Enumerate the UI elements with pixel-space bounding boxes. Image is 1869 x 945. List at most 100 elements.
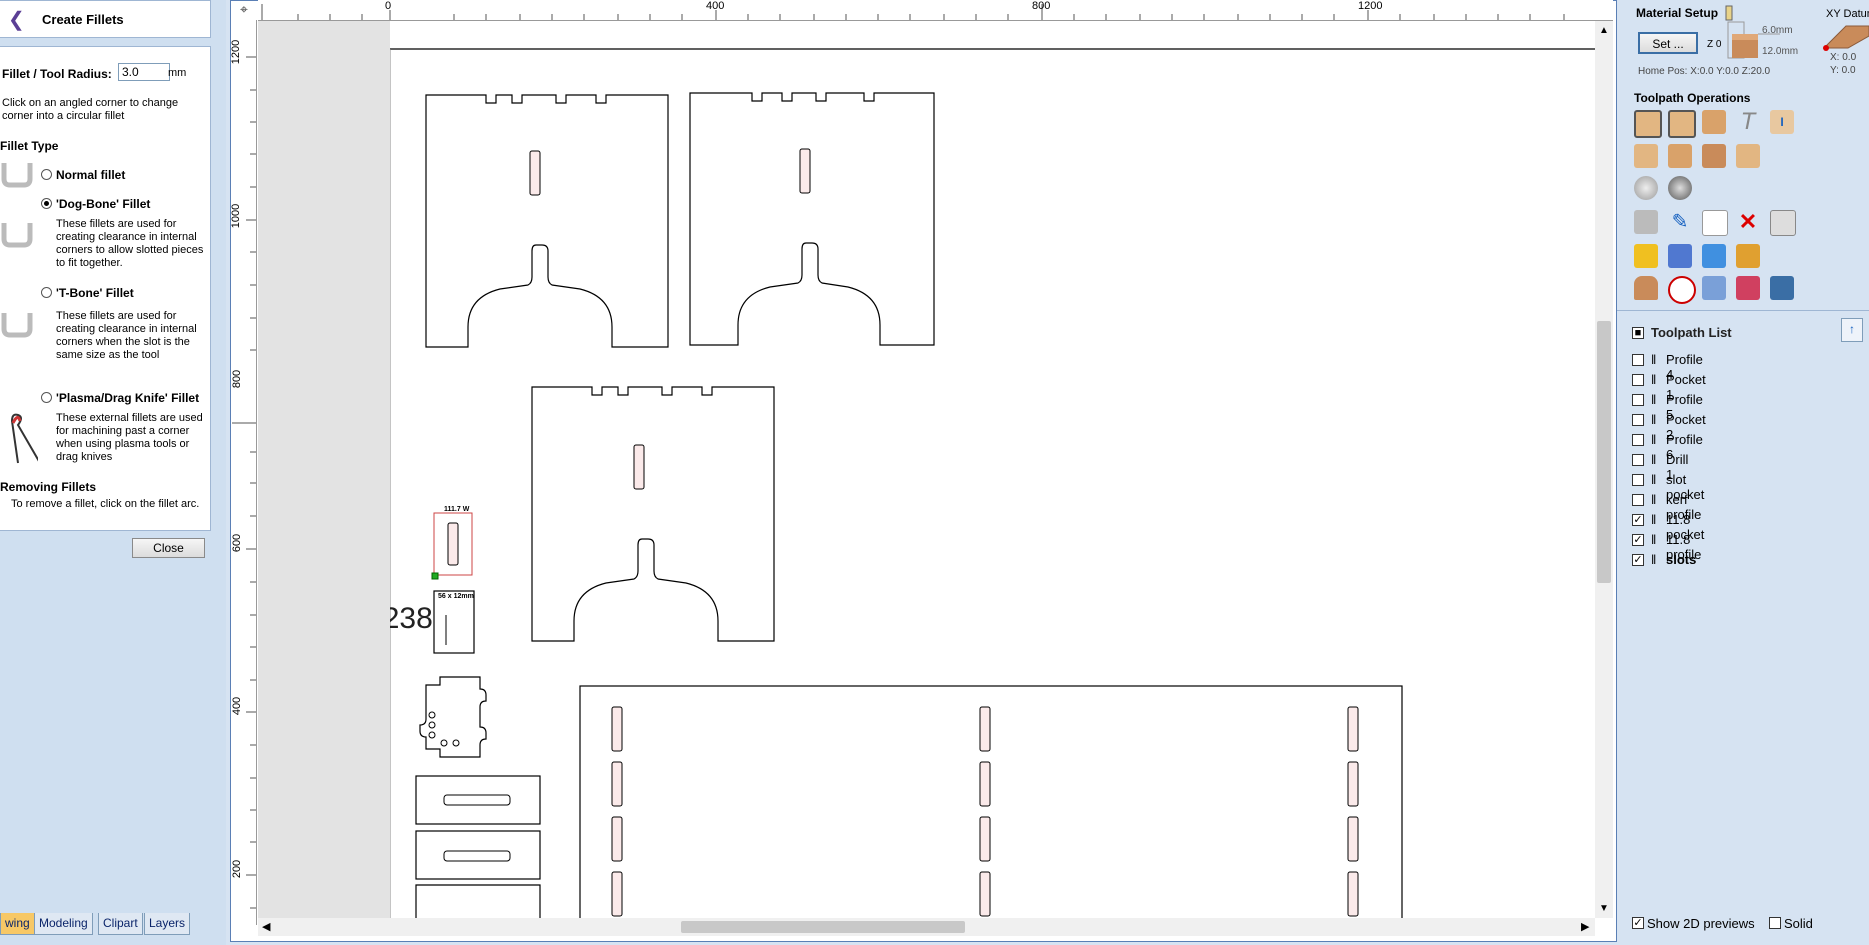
move-up-icon[interactable]: ↑ [1841, 318, 1863, 342]
scroll-right-icon[interactable]: ▶ [1581, 920, 1589, 933]
radius-label: Fillet / Tool Radius: [2, 67, 112, 81]
ruler-top-label: 400 [706, 0, 725, 12]
plasma-fillet-radio[interactable] [41, 392, 52, 403]
z-zero-label: Z 0 [1707, 39, 1722, 50]
scroll-left-icon[interactable]: ◀ [262, 920, 270, 933]
ruler-left-label: 400 [231, 696, 244, 716]
t-bone-fillet-radio[interactable] [41, 287, 52, 298]
drilling-toolpath-icon[interactable] [1702, 110, 1726, 134]
ruler-corner-icon[interactable]: ⌖ [232, 0, 256, 20]
plasma-fillet-icon [10, 413, 38, 464]
horizontal-scrollbar[interactable]: ◀ ▶ [258, 918, 1595, 936]
vector-drawing[interactable]: 111.7 W 56 x 12mm 12.238 [390, 21, 1595, 918]
material-icon[interactable] [1634, 276, 1658, 300]
toolpath-list-title: Toolpath List [1651, 325, 1732, 340]
horizontal-scroll-thumb[interactable] [681, 921, 965, 933]
export-toolpath-icon[interactable] [1770, 276, 1794, 300]
toolpath-icon: ‖ [1651, 412, 1657, 427]
tab-drawing[interactable]: wing [0, 913, 35, 935]
side-panel-vector [689, 92, 935, 346]
vcarve-toolpath-icon[interactable]: T [1736, 110, 1760, 134]
slot-vector [799, 148, 811, 194]
profile-toolpath-icon[interactable] [1634, 110, 1662, 138]
tab-modeling[interactable]: Modeling [34, 913, 93, 935]
normal-fillet-label[interactable]: Normal fillet [56, 168, 125, 182]
ruler-top-label: 1200 [1358, 0, 1383, 12]
t-bone-desc: These fillets are used for creating clea… [56, 310, 197, 361]
tab-clipart[interactable]: Clipart [98, 913, 143, 935]
scroll-up-icon[interactable]: ▲ [1599, 25, 1609, 36]
solid-label[interactable]: Solid [1784, 916, 1813, 931]
ruler-top: 0 400 800 1200 [258, 0, 1613, 21]
vertical-scroll-thumb[interactable] [1597, 321, 1611, 583]
toolpath-checkbox[interactable] [1632, 394, 1644, 406]
solid-checkbox[interactable] [1769, 917, 1781, 929]
material-set-button[interactable]: Set ... [1638, 32, 1698, 54]
toolpath-checkbox[interactable] [1632, 354, 1644, 366]
prism-toolpath-icon[interactable] [1702, 144, 1726, 168]
back-arrow-icon[interactable]: ❮ [8, 7, 25, 32]
plasma-fillet-label[interactable]: 'Plasma/Drag Knife' Fillet [56, 391, 199, 405]
edit-toolpath-icon[interactable]: ✎ [1668, 210, 1692, 234]
toolpath-checkbox[interactable] [1632, 414, 1644, 426]
recalculate-icon[interactable] [1634, 244, 1658, 268]
calculator-icon[interactable] [1770, 210, 1796, 236]
intro-text: Click on an angled corner to change corn… [2, 97, 179, 122]
dog-bone-fillet-icon [1, 223, 33, 248]
3d-roughing-icon[interactable] [1634, 176, 1658, 200]
material-setup-title: Material Setup [1636, 6, 1719, 20]
close-button[interactable]: Close [132, 538, 205, 558]
tab-layers[interactable]: Layers [144, 913, 191, 935]
toolpath-icon: ‖ [1651, 512, 1657, 527]
tool-database-icon[interactable] [1634, 210, 1658, 234]
inlay-toolpath-icon[interactable] [1736, 144, 1760, 168]
small-label: 56 x 12mm [438, 593, 474, 600]
toolpath-checkbox[interactable] [1632, 454, 1644, 466]
templates-icon[interactable] [1702, 276, 1726, 300]
normal-fillet-radio[interactable] [41, 169, 52, 180]
toolpath-list-select-all[interactable]: ■ [1632, 327, 1644, 339]
radius-input[interactable] [118, 63, 170, 81]
selection-handle [431, 572, 439, 580]
slot-vector [529, 150, 541, 196]
small-label: 111.7 W [444, 506, 470, 513]
ruler-left-label: 800 [231, 369, 244, 389]
time-estimate-icon[interactable] [1668, 276, 1696, 304]
reset-preview-icon[interactable] [1736, 244, 1760, 268]
pocket-toolpath-icon[interactable] [1668, 110, 1696, 138]
simulate-icon[interactable] [1668, 244, 1692, 268]
fluting-toolpath-icon[interactable] [1634, 144, 1658, 168]
ruler-top-label: 0 [385, 0, 392, 12]
toolpath-checkbox[interactable] [1632, 494, 1644, 506]
xy-datum-icon[interactable] [1820, 22, 1869, 52]
preview-icon[interactable] [1702, 244, 1726, 268]
drawing-canvas[interactable]: 111.7 W 56 x 12mm 12.238 [390, 21, 1595, 918]
delete-toolpath-icon[interactable]: ✕ [1736, 210, 1760, 234]
t-bone-fillet-label[interactable]: 'T-Bone' Fillet [56, 286, 134, 300]
3d-finishing-icon[interactable] [1668, 176, 1692, 200]
create-fillets-panel: ❮ Create Fillets Fillet / Tool Radius: m… [0, 0, 226, 945]
texture-toolpath-icon[interactable] [1668, 144, 1692, 168]
save-toolpath-icon[interactable] [1736, 276, 1760, 300]
dog-bone-desc: These fillets are used for creating clea… [56, 218, 204, 269]
panel-header: ❮ Create Fillets [0, 0, 211, 38]
dog-bone-fillet-label[interactable]: 'Dog-Bone' Fillet [56, 197, 150, 211]
toolpath-checkbox[interactable]: ✓ [1632, 514, 1644, 526]
strip-part-vector [415, 830, 541, 880]
toolpath-checkbox[interactable] [1632, 474, 1644, 486]
dog-bone-fillet-radio[interactable] [41, 198, 52, 209]
datum-x: X: 0.0 [1830, 52, 1857, 63]
toolpath-checkbox[interactable]: ✓ [1632, 534, 1644, 546]
slot-vector [443, 850, 511, 862]
copy-toolpath-icon[interactable] [1702, 210, 1728, 236]
toolpath-ops-grid: T I ✎ ✕ [1634, 110, 1814, 306]
toolpath-checkbox[interactable] [1632, 374, 1644, 386]
toolpath-checkbox[interactable]: ✓ [1632, 554, 1644, 566]
show-2d-previews-checkbox[interactable]: ✓ [1632, 917, 1644, 929]
scroll-down-icon[interactable]: ▼ [1599, 903, 1609, 914]
engrave-toolpath-icon[interactable]: I [1770, 110, 1794, 134]
show-2d-previews-label[interactable]: Show 2D previews [1647, 916, 1755, 931]
ruler-top-label: 800 [1032, 0, 1051, 12]
vertical-scrollbar[interactable]: ▲ ▼ [1595, 21, 1613, 918]
toolpath-checkbox[interactable] [1632, 434, 1644, 446]
